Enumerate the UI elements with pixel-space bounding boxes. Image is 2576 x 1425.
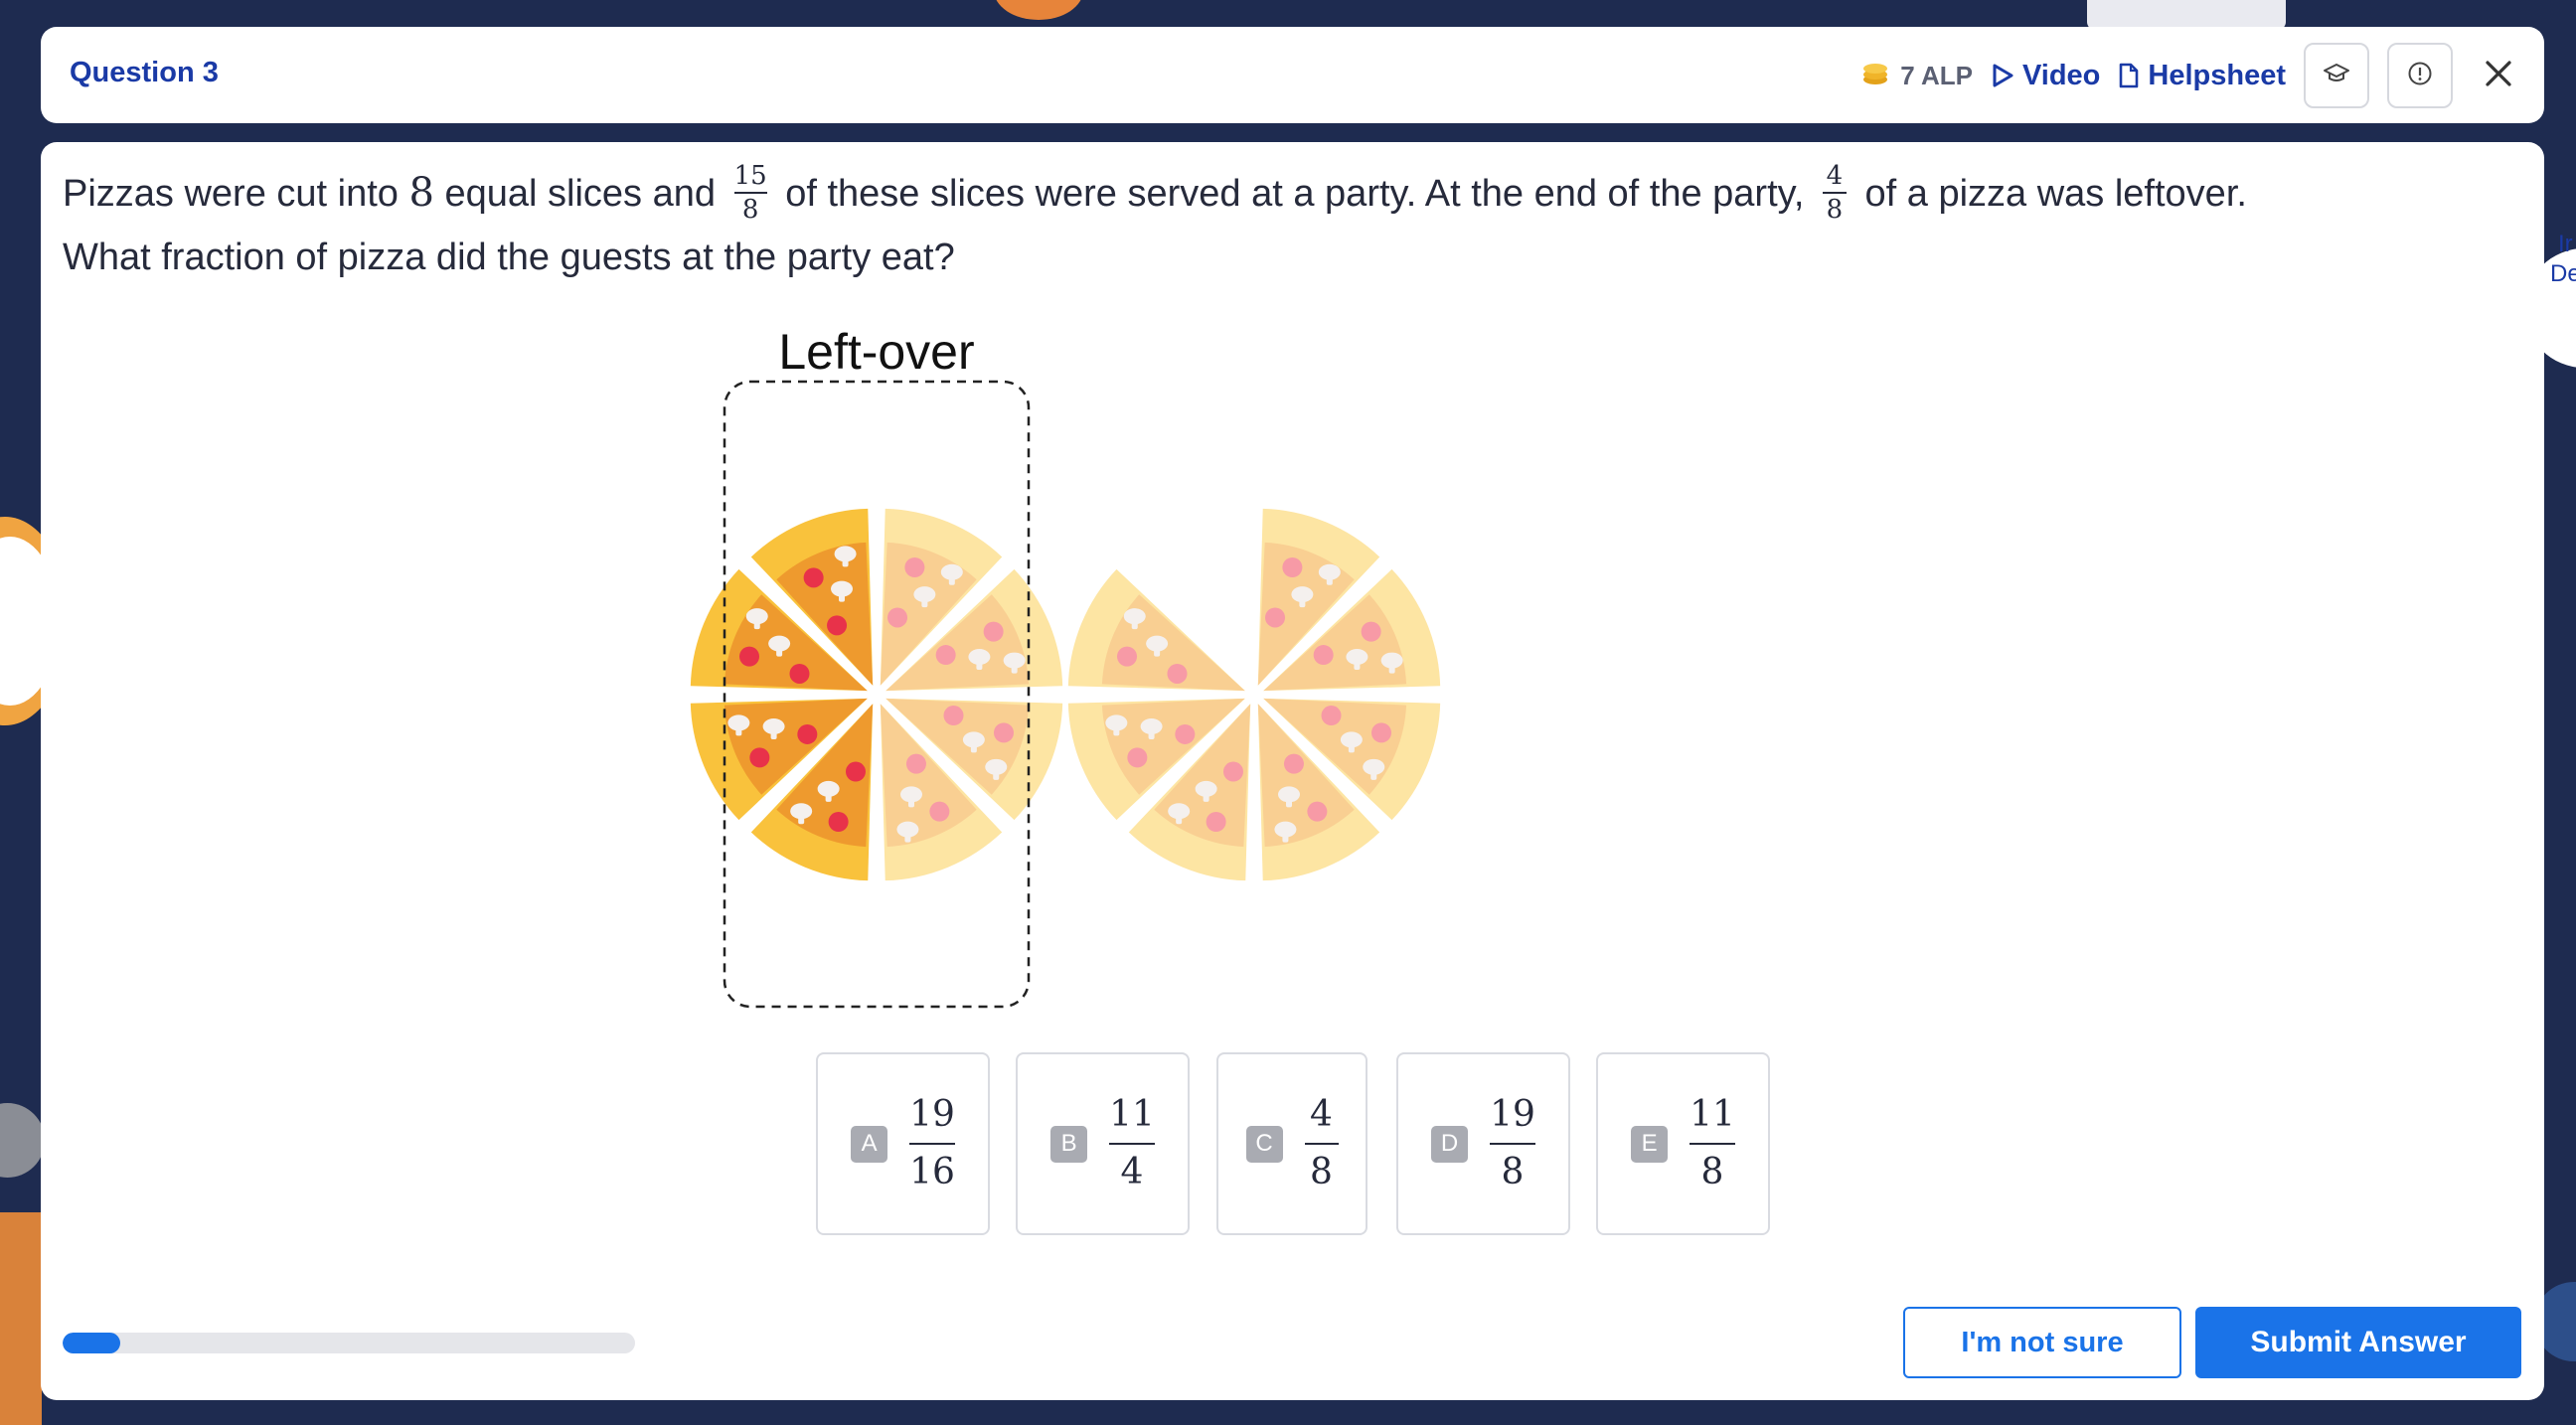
- answer-option-b[interactable]: B 11 4: [1016, 1052, 1190, 1235]
- play-icon: [1991, 63, 2014, 88]
- bg-decoration: [0, 1103, 45, 1178]
- fraction-denominator: 8: [1310, 1152, 1333, 1192]
- question-title: Question 3: [70, 57, 219, 88]
- fraction-numerator: 19: [909, 1094, 955, 1135]
- answer-option-d[interactable]: D 19 8: [1396, 1052, 1570, 1235]
- progress-fill: [63, 1333, 120, 1353]
- pizza-illustration: Left-over: [690, 324, 1441, 1009]
- option-fraction: 19 8: [1490, 1093, 1535, 1194]
- fraction-denominator: 8: [1700, 1152, 1724, 1192]
- question-text-part: equal slices and: [444, 173, 717, 215]
- video-label: Video: [2021, 59, 2101, 91]
- option-letter: D: [1431, 1125, 1469, 1163]
- fraction-numerator: 4: [1310, 1094, 1333, 1135]
- question-header: Question 3 7 ALP Video Helpsheet: [41, 27, 2544, 123]
- fraction-numerator: 4: [1826, 160, 1844, 191]
- fraction-numerator: 11: [1690, 1094, 1735, 1135]
- report-issue-button[interactable]: [2387, 43, 2453, 108]
- question-text-part: Pizzas were cut into: [63, 173, 399, 215]
- answer-option-a[interactable]: A 19 16: [816, 1052, 990, 1235]
- question-text-part: of a pizza was leftover.: [1864, 173, 2247, 215]
- answer-option-c[interactable]: C48: [1216, 1052, 1368, 1235]
- header-actions: 7 ALP Video Helpsheet: [1860, 43, 2520, 108]
- fraction-numerator: 19: [1490, 1094, 1535, 1135]
- option-letter: B: [1050, 1125, 1088, 1163]
- fraction-denominator: 8: [1501, 1152, 1525, 1192]
- option-letter: C: [1245, 1125, 1283, 1163]
- helpsheet-button[interactable]: Helpsheet: [2118, 60, 2286, 92]
- document-icon: [2118, 63, 2140, 88]
- video-button[interactable]: Video: [1991, 60, 2100, 92]
- bg-edge-text: De: [2550, 260, 2576, 287]
- fraction-leftover: 48: [1822, 160, 1847, 225]
- alp-counter: 7 ALP: [1860, 58, 1973, 94]
- fraction-served: 15 8: [733, 160, 767, 225]
- question-text: Pizzas were cut into 8 equal slices and …: [63, 162, 2517, 289]
- option-fraction: 11 8: [1690, 1093, 1735, 1194]
- progress-bar: [63, 1333, 635, 1353]
- fraction-denominator: 16: [909, 1152, 955, 1192]
- bg-edge-text: iple: [0, 593, 38, 620]
- fraction-numerator: 11: [1109, 1094, 1155, 1135]
- question-text-line2: What fraction of pizza did the guests at…: [63, 236, 955, 278]
- bg-decoration: [2087, 0, 2286, 30]
- close-button[interactable]: [2477, 54, 2520, 97]
- leftover-dashed-box: [723, 380, 1031, 1009]
- coins-icon: [1860, 58, 1890, 94]
- not-sure-button[interactable]: I'm not sure: [1903, 1307, 2181, 1378]
- bg-decoration: [994, 0, 1083, 20]
- option-letter: A: [851, 1125, 888, 1163]
- info-circle-icon: [2407, 61, 2433, 91]
- bg-edge-text: Ir: [2558, 231, 2573, 257]
- question-card: Pizzas were cut into 8 equal slices and …: [41, 142, 2544, 1400]
- fraction-numerator: 15: [733, 160, 767, 191]
- question-number: 8: [408, 170, 434, 216]
- option-letter: E: [1631, 1125, 1669, 1163]
- leftover-label: Left-over: [778, 324, 974, 380]
- submit-answer-button[interactable]: Submit Answer: [2195, 1307, 2521, 1378]
- alp-label: 7 ALP: [1900, 60, 1973, 90]
- close-icon: [2484, 59, 2513, 93]
- fraction-denominator: 8: [1826, 194, 1844, 225]
- fraction-denominator: 8: [741, 194, 759, 225]
- question-text-part: of these slices were served at a party. …: [785, 173, 1805, 215]
- option-fraction: 19 16: [909, 1093, 955, 1194]
- tutor-button[interactable]: [2304, 43, 2369, 108]
- answer-option-e[interactable]: E 11 8: [1596, 1052, 1770, 1235]
- bg-decoration: [0, 1212, 42, 1425]
- option-fraction: 48: [1304, 1093, 1339, 1194]
- option-fraction: 11 4: [1109, 1093, 1155, 1194]
- helpsheet-label: Helpsheet: [2148, 59, 2286, 91]
- fraction-denominator: 4: [1120, 1152, 1144, 1192]
- graduation-cap-icon: [2323, 63, 2350, 89]
- pizza2-slice: [1067, 568, 1245, 692]
